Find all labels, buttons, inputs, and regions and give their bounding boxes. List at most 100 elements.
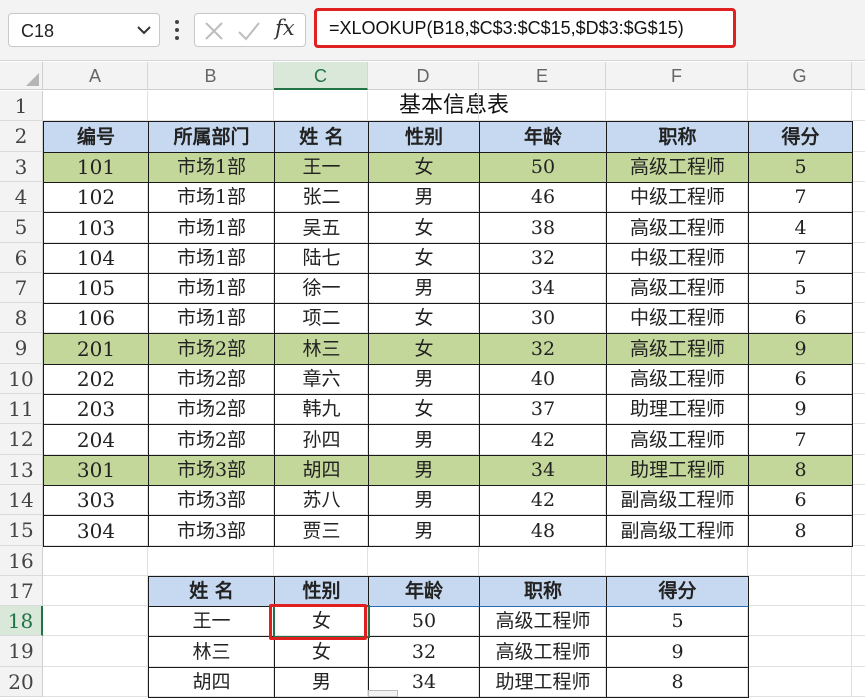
name-box[interactable]: C18 [8, 13, 160, 47]
main-table-cell[interactable]: 吴五 [274, 212, 369, 244]
main-table-cell[interactable]: 102 [43, 182, 149, 213]
main-table-cell[interactable]: 103 [43, 212, 149, 244]
column-header-b[interactable]: B [148, 62, 274, 90]
lookup-table-cell[interactable]: 胡四 [148, 667, 275, 698]
row-header-18[interactable]: 18 [0, 606, 43, 636]
main-table-cell[interactable]: 101 [43, 152, 149, 183]
main-table-cell[interactable]: 市场3部 [148, 455, 275, 486]
main-table-cell[interactable]: 市场1部 [148, 273, 275, 304]
horizontal-scrollbar[interactable] [368, 690, 398, 697]
main-table-cell[interactable]: 市场1部 [148, 243, 275, 274]
main-table-header-cell[interactable]: 性别 [368, 121, 480, 153]
lookup-table-cell[interactable]: 助理工程师 [479, 667, 607, 698]
lookup-table-cell[interactable]: 5 [606, 606, 749, 637]
main-table-cell[interactable]: 陆七 [274, 243, 369, 274]
main-table-cell[interactable]: 女 [368, 394, 480, 425]
column-header-d[interactable]: D [368, 62, 479, 90]
main-table-cell[interactable]: 6 [748, 364, 853, 395]
main-table-cell[interactable]: 304 [43, 515, 149, 547]
row-header-6[interactable]: 6 [0, 243, 43, 273]
table-title[interactable]: 基本信息表 [43, 91, 865, 121]
row-header-16[interactable]: 16 [0, 546, 43, 576]
row-header-9[interactable]: 9 [0, 333, 43, 364]
main-table-header-cell[interactable]: 编号 [43, 121, 149, 153]
main-table-cell[interactable]: 中级工程师 [606, 182, 749, 213]
main-table-cell[interactable]: 4 [748, 212, 853, 244]
main-table-cell[interactable]: 34 [479, 273, 607, 304]
row-header-3[interactable]: 3 [0, 152, 43, 182]
main-table-cell[interactable]: 38 [479, 212, 607, 244]
main-table-cell[interactable]: 5 [748, 152, 853, 183]
main-table-cell[interactable]: 104 [43, 243, 149, 274]
main-table-cell[interactable]: 高级工程师 [606, 273, 749, 304]
lookup-table-cell[interactable]: 女 [274, 636, 369, 668]
row-header-7[interactable]: 7 [0, 273, 43, 303]
main-table-cell[interactable]: 女 [368, 243, 480, 274]
main-table-cell[interactable]: 苏八 [274, 485, 369, 516]
lookup-table-cell[interactable]: 高级工程师 [479, 606, 607, 637]
main-table-cell[interactable]: 市场1部 [148, 212, 275, 244]
row-header-12[interactable]: 12 [0, 424, 43, 455]
main-table-cell[interactable]: 男 [368, 424, 480, 456]
main-table-header-cell[interactable]: 职称 [606, 121, 749, 153]
main-table-cell[interactable]: 中级工程师 [606, 303, 749, 334]
row-header-20[interactable]: 20 [0, 667, 43, 697]
select-all-corner[interactable] [0, 62, 43, 90]
main-table-cell[interactable]: 48 [479, 515, 607, 547]
main-table-cell[interactable]: 男 [368, 485, 480, 516]
main-table-cell[interactable]: 女 [368, 303, 480, 334]
chevron-down-icon[interactable] [135, 20, 153, 40]
main-table-cell[interactable]: 203 [43, 394, 149, 425]
main-table-cell[interactable]: 42 [479, 424, 607, 456]
column-header-g[interactable]: G [748, 62, 852, 90]
main-table-cell[interactable]: 女 [368, 212, 480, 244]
formula-input[interactable]: =XLOOKUP(B18,$C$3:$C$15,$D$3:$G$15) [314, 8, 736, 48]
main-table-cell[interactable]: 男 [368, 455, 480, 486]
row-header-5[interactable]: 5 [0, 212, 43, 243]
lookup-table-cell[interactable]: 32 [368, 636, 480, 668]
select-all-triangle-icon[interactable] [26, 73, 39, 86]
main-table-cell[interactable]: 女 [368, 333, 480, 365]
enter-check-icon[interactable] [237, 20, 261, 42]
lookup-table-cell[interactable]: 男 [274, 667, 369, 698]
main-table-cell[interactable]: 42 [479, 485, 607, 516]
main-table-cell[interactable]: 8 [748, 515, 853, 547]
lookup-table-cell[interactable]: 50 [368, 606, 480, 637]
lookup-table-cell[interactable]: 王一 [148, 606, 275, 637]
main-table-cell[interactable]: 9 [748, 333, 853, 365]
main-table-cell[interactable]: 市场1部 [148, 152, 275, 183]
main-table-cell[interactable]: 高级工程师 [606, 364, 749, 395]
main-table-cell[interactable]: 34 [479, 455, 607, 486]
more-options-icon[interactable] [172, 17, 182, 43]
main-table-cell[interactable]: 301 [43, 455, 149, 486]
lookup-table-header-cell[interactable]: 姓 名 [148, 576, 275, 607]
main-table-cell[interactable]: 105 [43, 273, 149, 304]
main-table-cell[interactable]: 7 [748, 182, 853, 213]
main-table-cell[interactable]: 市场3部 [148, 485, 275, 516]
main-table-cell[interactable]: 男 [368, 182, 480, 213]
main-table-cell[interactable]: 男 [368, 515, 480, 547]
main-table-cell[interactable]: 市场3部 [148, 515, 275, 547]
lookup-table-cell[interactable]: 林三 [148, 636, 275, 668]
main-table-cell[interactable]: 男 [368, 364, 480, 395]
main-table-cell[interactable]: 7 [748, 424, 853, 456]
main-table-cell[interactable]: 6 [748, 485, 853, 516]
lookup-table-cell[interactable]: 8 [606, 667, 749, 698]
main-table-header-cell[interactable]: 得分 [748, 121, 853, 153]
main-table-cell[interactable]: 助理工程师 [606, 455, 749, 486]
main-table-cell[interactable]: 市场1部 [148, 182, 275, 213]
main-table-cell[interactable]: 202 [43, 364, 149, 395]
main-table-cell[interactable]: 高级工程师 [606, 152, 749, 183]
main-table-cell[interactable]: 韩九 [274, 394, 369, 425]
main-table-cell[interactable]: 胡四 [274, 455, 369, 486]
main-table-cell[interactable]: 46 [479, 182, 607, 213]
name-box-value[interactable]: C18 [21, 21, 54, 42]
main-table-cell[interactable]: 市场2部 [148, 424, 275, 456]
main-table-cell[interactable]: 女 [368, 152, 480, 183]
main-table-cell[interactable]: 204 [43, 424, 149, 456]
main-table-cell[interactable]: 林三 [274, 333, 369, 365]
row-header-19[interactable]: 19 [0, 636, 43, 667]
main-table-cell[interactable]: 男 [368, 273, 480, 304]
formula-text[interactable]: =XLOOKUP(B18,$C$3:$C$15,$D$3:$G$15) [329, 18, 684, 39]
row-header-17[interactable]: 17 [0, 576, 43, 606]
